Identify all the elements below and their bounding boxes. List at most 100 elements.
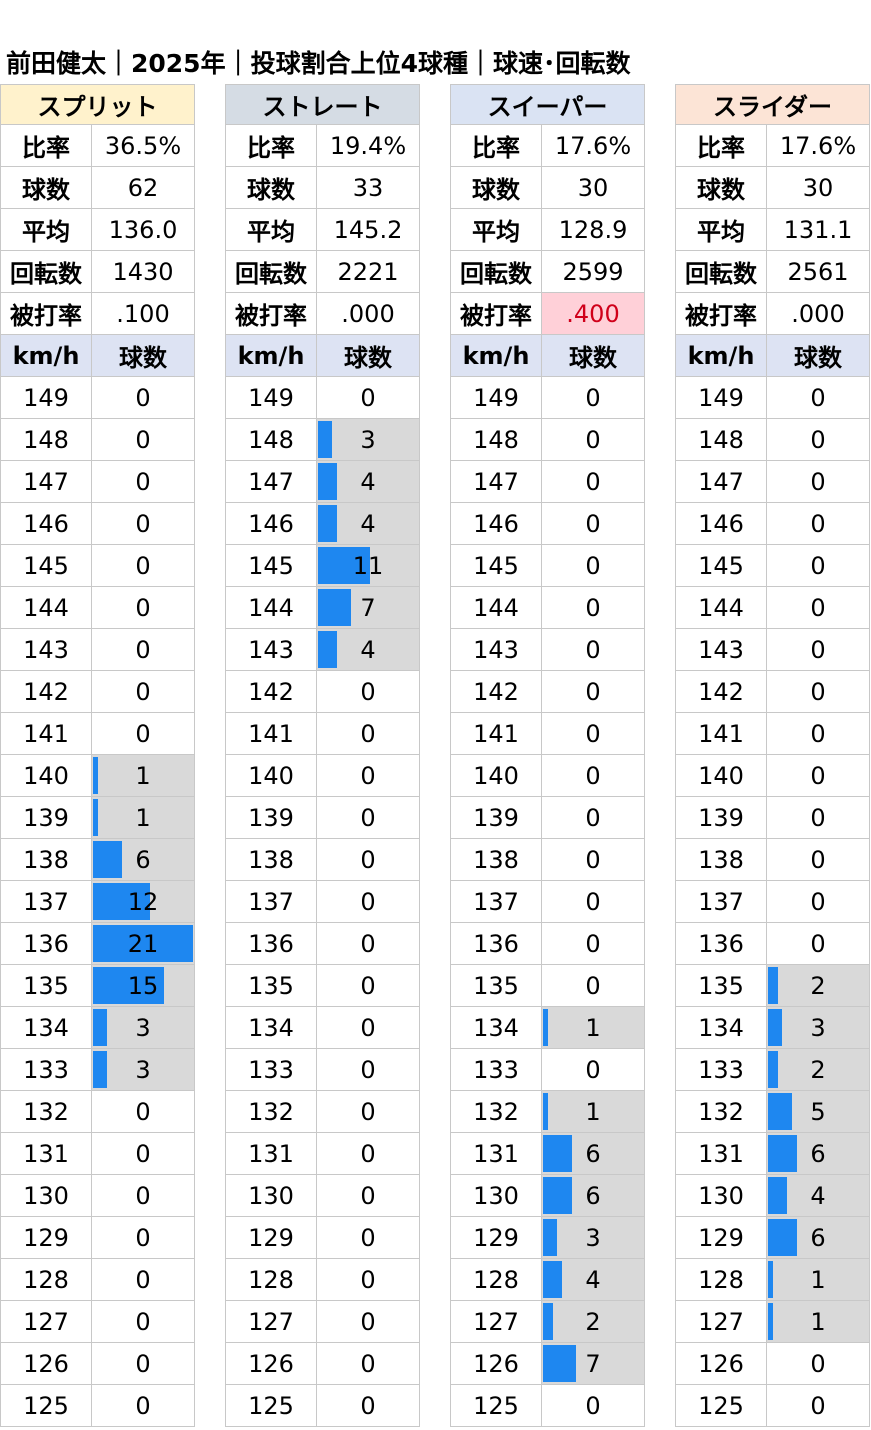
speed-row: 146 0 — [675, 503, 870, 545]
speed-label: 136 — [676, 923, 767, 964]
stat-row-ratio: 比率 17.6% — [450, 125, 645, 167]
speed-row: 142 0 — [450, 671, 645, 713]
count-cell: 0 — [92, 1385, 194, 1426]
count-value: 4 — [585, 1265, 601, 1294]
speed-row: 133 0 — [450, 1049, 645, 1091]
speed-row: 143 0 — [450, 629, 645, 671]
count-cell: 0 — [317, 881, 419, 922]
count-value: 0 — [360, 803, 376, 832]
count-value: 0 — [360, 1139, 376, 1168]
speed-label: 137 — [1, 881, 92, 922]
speed-label: 145 — [676, 545, 767, 586]
speed-label: 143 — [451, 629, 542, 670]
speed-label: 134 — [676, 1007, 767, 1048]
speed-label: 139 — [676, 797, 767, 838]
speed-row: 140 0 — [225, 755, 420, 797]
speed-row: 131 0 — [225, 1133, 420, 1175]
count-cell: 0 — [317, 1259, 419, 1300]
speed-label: 132 — [451, 1091, 542, 1132]
pitch-panel: スライダー 比率 17.6% 球数 30 平均 131.1 回転数 2561 被打率 .000 km/… — [675, 84, 870, 1427]
count-value: 6 — [135, 845, 151, 874]
speed-row: 141 0 — [0, 713, 195, 755]
speed-row: 126 0 — [0, 1343, 195, 1385]
count-bar — [318, 631, 337, 668]
speed-label: 125 — [451, 1385, 542, 1426]
speed-row: 127 2 — [450, 1301, 645, 1343]
count-cell: 0 — [542, 461, 644, 502]
speed-row: 125 0 — [225, 1385, 420, 1427]
count-value: 0 — [810, 383, 826, 412]
count-cell: 0 — [542, 713, 644, 754]
speed-label: 127 — [451, 1301, 542, 1342]
speed-label: 128 — [676, 1259, 767, 1300]
speed-label: 134 — [451, 1007, 542, 1048]
count-cell: 0 — [92, 461, 194, 502]
count-cell: 0 — [92, 1343, 194, 1384]
count-cell: 0 — [92, 587, 194, 628]
count-value: 0 — [135, 1181, 151, 1210]
count-cell: 4 — [767, 1175, 869, 1216]
speed-label: 138 — [451, 839, 542, 880]
count-bar — [93, 757, 98, 794]
speed-row: 134 0 — [225, 1007, 420, 1049]
speed-row: 144 7 — [225, 587, 420, 629]
count-cell: 3 — [767, 1007, 869, 1048]
speed-row: 136 0 — [225, 923, 420, 965]
stat-value-count: 30 — [802, 173, 834, 202]
count-bar — [543, 1135, 572, 1172]
speed-label: 145 — [451, 545, 542, 586]
speed-label: 127 — [1, 1301, 92, 1342]
speed-row: 125 0 — [450, 1385, 645, 1427]
speed-row: 131 0 — [0, 1133, 195, 1175]
count-cell: 2 — [767, 965, 869, 1006]
count-cell: 6 — [542, 1175, 644, 1216]
speed-row: 148 0 — [675, 419, 870, 461]
speed-row: 144 0 — [450, 587, 645, 629]
stat-row-spin: 回転数 2561 — [675, 251, 870, 293]
stat-value-ratio: 36.5% — [104, 131, 182, 160]
count-value: 11 — [352, 551, 384, 580]
count-cell: 0 — [317, 923, 419, 964]
count-value: 0 — [585, 677, 601, 706]
speed-label: 135 — [226, 965, 317, 1006]
count-cell: 0 — [767, 377, 869, 418]
speed-row: 137 0 — [225, 881, 420, 923]
count-value: 5 — [810, 1097, 826, 1126]
count-bar — [768, 967, 778, 1004]
speed-row: 148 0 — [0, 419, 195, 461]
speed-row: 143 0 — [0, 629, 195, 671]
pitch-name: スイーパー — [450, 84, 645, 125]
stat-value-avg: 136.0 — [108, 215, 178, 244]
speed-row: 135 0 — [450, 965, 645, 1007]
count-value: 0 — [135, 383, 151, 412]
count-value: 0 — [360, 719, 376, 748]
speed-label: 134 — [226, 1007, 317, 1048]
count-value: 0 — [810, 929, 826, 958]
speed-label: 134 — [1, 1007, 92, 1048]
speed-label: 130 — [226, 1175, 317, 1216]
count-cell: 0 — [317, 1049, 419, 1090]
count-cell: 0 — [767, 1385, 869, 1426]
speed-column-header: km/h — [226, 335, 317, 376]
speed-row: 142 0 — [0, 671, 195, 713]
speed-label: 133 — [451, 1049, 542, 1090]
count-value: 0 — [585, 887, 601, 916]
count-cell: 0 — [767, 545, 869, 586]
count-cell: 4 — [542, 1259, 644, 1300]
speed-label: 148 — [1, 419, 92, 460]
count-value: 0 — [135, 1307, 151, 1336]
speed-label: 125 — [226, 1385, 317, 1426]
count-cell: 0 — [317, 1091, 419, 1132]
speed-label: 129 — [451, 1217, 542, 1258]
count-value: 0 — [585, 761, 601, 790]
count-value: 0 — [810, 551, 826, 580]
count-cell: 0 — [542, 671, 644, 712]
count-cell: 0 — [542, 797, 644, 838]
count-value: 0 — [585, 929, 601, 958]
count-value: 0 — [135, 1391, 151, 1420]
count-value: 0 — [810, 509, 826, 538]
count-value: 7 — [585, 1349, 601, 1378]
count-bar — [768, 1093, 792, 1130]
count-cell: 0 — [317, 1301, 419, 1342]
speed-row: 128 4 — [450, 1259, 645, 1301]
